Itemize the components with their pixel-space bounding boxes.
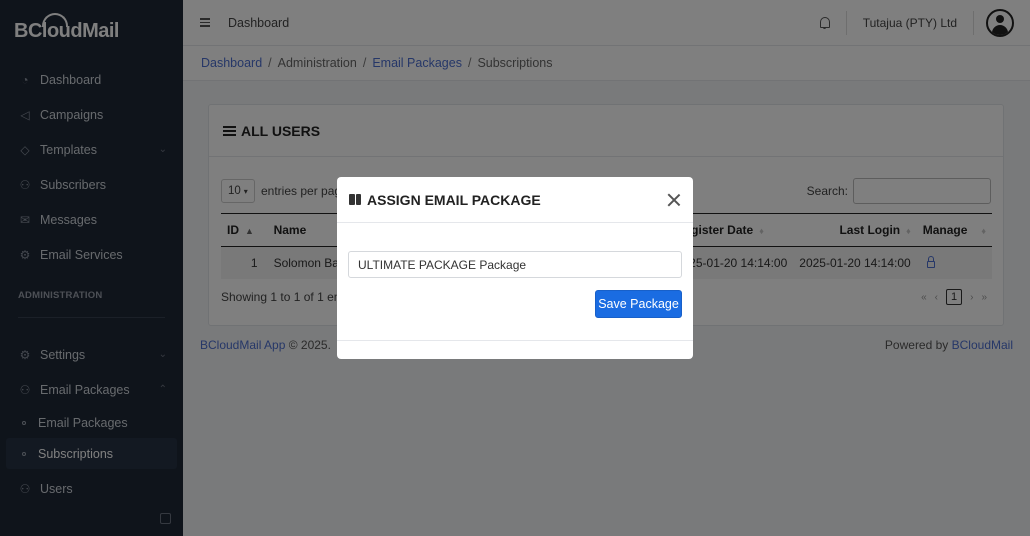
modal-title: ASSIGN EMAIL PACKAGE (367, 191, 541, 208)
modal-header: ASSIGN EMAIL PACKAGE (337, 177, 693, 223)
assign-package-modal: ASSIGN EMAIL PACKAGE Save Package (337, 177, 693, 359)
modal-body: Save Package (337, 223, 693, 341)
package-input[interactable] (348, 251, 682, 278)
close-icon[interactable] (667, 193, 681, 207)
book-icon (349, 194, 361, 205)
save-package-button[interactable]: Save Package (595, 290, 682, 318)
